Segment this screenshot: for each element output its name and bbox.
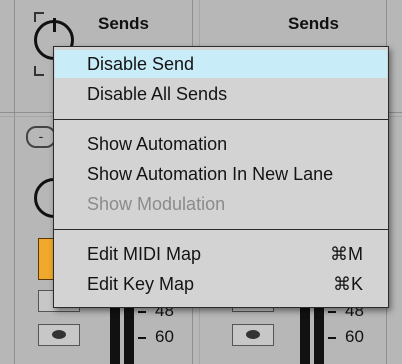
menu-item-show-automation[interactable]: Show Automation	[55, 130, 387, 158]
menu-separator	[54, 119, 388, 120]
meter-tick	[138, 311, 146, 313]
context-menu: Disable Send Disable All Sends Show Auto…	[53, 46, 389, 308]
menu-separator	[54, 229, 388, 230]
menu-item-edit-midi-map[interactable]: Edit MIDI Map ⌘M	[55, 240, 387, 268]
send-knob-pointer	[53, 18, 56, 32]
menu-item-disable-send[interactable]: Disable Send	[55, 50, 387, 78]
meter-tick	[328, 337, 336, 339]
shortcut-label: ⌘K	[332, 274, 363, 294]
record-dot-icon	[52, 330, 66, 339]
meter-mark: 60	[155, 327, 174, 346]
selection-bracket	[34, 66, 44, 76]
shortcut-label: ⌘M	[330, 244, 363, 264]
menu-item-disable-all-sends[interactable]: Disable All Sends	[55, 80, 387, 108]
record-dot-icon	[246, 330, 260, 339]
arm-button[interactable]	[232, 324, 274, 346]
meter-tick	[138, 337, 146, 339]
meter-mark: 60	[345, 327, 364, 346]
strip-divider	[14, 0, 15, 364]
selection-bracket	[34, 12, 44, 22]
sends-header: Sends	[98, 14, 150, 33]
menu-item-show-automation-new-lane[interactable]: Show Automation In New Lane	[55, 160, 387, 188]
sends-header: Sends	[288, 14, 340, 33]
meter-tick	[328, 311, 336, 313]
menu-item-show-modulation: Show Modulation	[87, 194, 226, 214]
arm-button[interactable]	[38, 324, 80, 346]
menu-item-edit-key-map[interactable]: Edit Key Map ⌘K	[55, 270, 387, 298]
pan-mode-toggle[interactable]: -	[26, 126, 56, 148]
